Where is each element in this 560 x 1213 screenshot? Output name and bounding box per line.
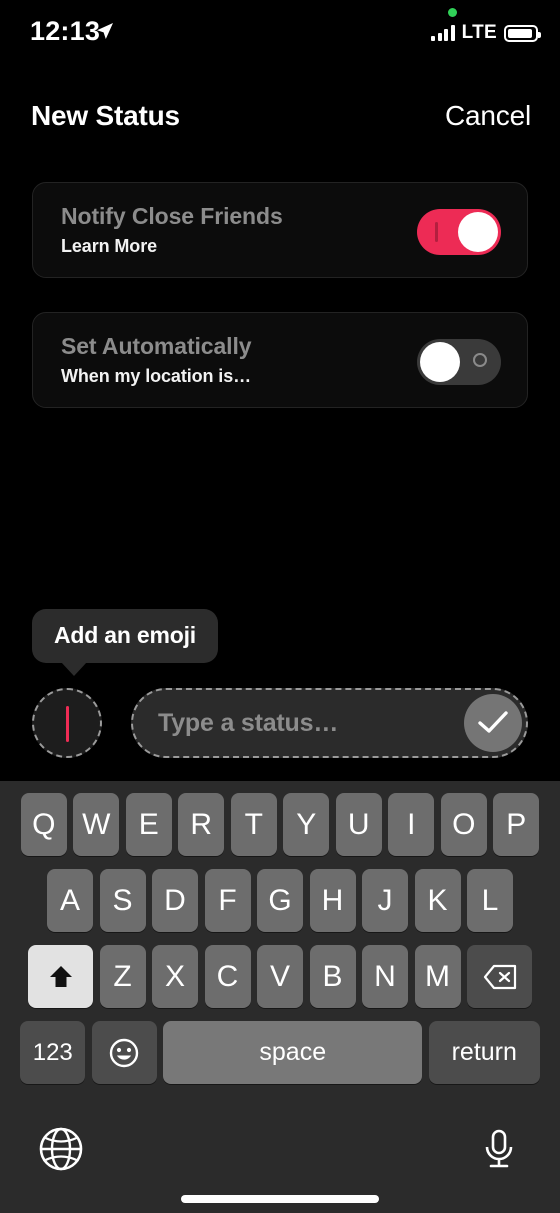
- status-input[interactable]: Type a status…: [131, 688, 528, 758]
- status-bar-right-group: LTE: [431, 22, 541, 44]
- key-n[interactable]: N: [362, 945, 408, 1008]
- key-v[interactable]: V: [257, 945, 303, 1008]
- key-r[interactable]: R: [178, 793, 225, 856]
- key-o[interactable]: O: [440, 793, 487, 856]
- learn-more-link[interactable]: Learn More: [61, 236, 157, 257]
- numbers-key[interactable]: 123: [20, 1021, 86, 1084]
- globe-icon[interactable]: [38, 1126, 84, 1172]
- toggle-set-automatically[interactable]: [417, 339, 501, 385]
- status-composer-screen: 12:13 LTE New Status Cancel Notify Close…: [0, 0, 560, 1213]
- key-k[interactable]: K: [414, 869, 461, 932]
- smiley-face-icon: [110, 1038, 139, 1067]
- key-m[interactable]: M: [414, 945, 461, 1008]
- key-b[interactable]: B: [309, 945, 356, 1008]
- key-c[interactable]: C: [204, 945, 251, 1008]
- keyboard-bottom-bar: [0, 1100, 560, 1213]
- key-i[interactable]: I: [388, 793, 435, 856]
- status-bar-time: 12:13: [30, 16, 101, 46]
- key-e[interactable]: E: [125, 793, 172, 856]
- setting-card-notify-close-friends[interactable]: Notify Close Friends Learn More: [32, 182, 528, 278]
- shift-key[interactable]: [28, 945, 93, 1008]
- keyboard-row-2: A S D F G H J K L: [0, 869, 560, 932]
- location-arrow-icon: [95, 21, 115, 41]
- key-g[interactable]: G: [257, 869, 303, 932]
- toggle-knob: [458, 212, 498, 252]
- status-bar: 12:13 LTE: [0, 0, 560, 66]
- setting-title: Notify Close Friends: [61, 203, 283, 229]
- key-p[interactable]: P: [493, 793, 540, 856]
- battery-icon: [504, 24, 541, 42]
- key-a[interactable]: A: [47, 869, 93, 932]
- network-type-label: LTE: [461, 22, 497, 43]
- key-d[interactable]: D: [152, 869, 198, 932]
- cancel-button[interactable]: Cancel: [445, 100, 531, 132]
- key-q[interactable]: Q: [20, 793, 67, 856]
- key-j[interactable]: J: [362, 869, 408, 932]
- toggle-knob: [420, 342, 460, 382]
- backspace-icon: [483, 964, 516, 989]
- space-key[interactable]: space: [163, 1021, 423, 1084]
- key-w[interactable]: W: [73, 793, 120, 856]
- status-input-placeholder: Type a status…: [158, 709, 339, 737]
- key-u[interactable]: U: [335, 793, 382, 856]
- emoji-key[interactable]: [91, 1021, 157, 1084]
- text-caret: [66, 706, 69, 742]
- on-screen-keyboard: Q W E R T Y U I O P A S D F G H J K L Z …: [0, 781, 560, 1100]
- keyboard-row-1: Q W E R T Y U I O P: [0, 793, 560, 856]
- cellular-signal-icon: [431, 25, 455, 41]
- green-privacy-dot: [448, 8, 457, 17]
- setting-title: Set Automatically: [61, 333, 252, 359]
- backspace-key[interactable]: [467, 945, 532, 1008]
- shift-arrow-icon: [49, 965, 72, 987]
- microphone-icon[interactable]: [476, 1126, 522, 1172]
- keyboard-row-3: Z X C V B N M: [0, 945, 560, 1008]
- screen-header: New Status Cancel: [0, 100, 560, 160]
- key-y[interactable]: Y: [283, 793, 330, 856]
- setting-card-set-automatically[interactable]: Set Automatically When my location is…: [32, 312, 528, 408]
- keyboard-row-4: 123 space return: [0, 1021, 560, 1084]
- submit-status-button[interactable]: [464, 694, 522, 752]
- toggle-off-mark-icon: [473, 353, 487, 367]
- key-z[interactable]: Z: [99, 945, 146, 1008]
- check-icon: [478, 711, 508, 733]
- toggle-notify-close-friends[interactable]: [417, 209, 501, 255]
- toggle-on-mark-icon: [435, 222, 438, 242]
- add-emoji-tooltip: Add an emoji: [32, 609, 219, 676]
- key-t[interactable]: T: [230, 793, 277, 856]
- setting-subtitle: When my location is…: [61, 366, 252, 386]
- page-title: New Status: [31, 100, 180, 131]
- key-s[interactable]: S: [99, 869, 146, 932]
- key-l[interactable]: L: [467, 869, 513, 932]
- key-f[interactable]: F: [204, 869, 251, 932]
- emoji-picker-button[interactable]: [32, 688, 102, 758]
- home-indicator[interactable]: [181, 1195, 379, 1203]
- return-key[interactable]: return: [428, 1021, 540, 1084]
- key-x[interactable]: X: [152, 945, 198, 1008]
- key-h[interactable]: H: [309, 869, 356, 932]
